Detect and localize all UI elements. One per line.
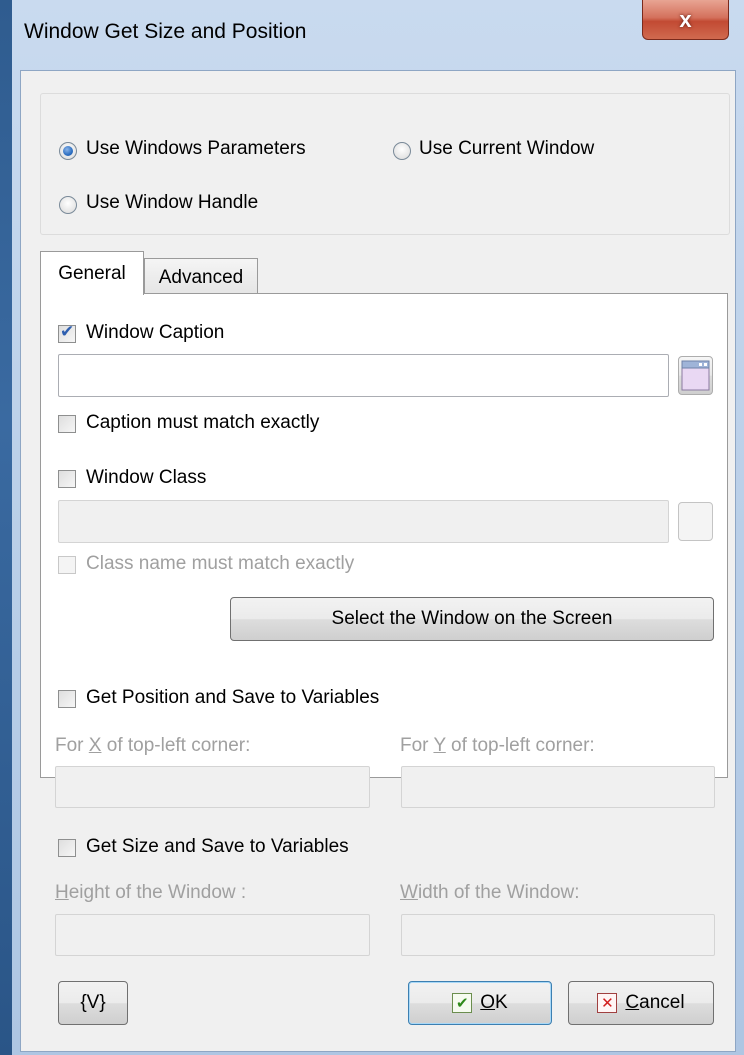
radio-label-use-window-handle[interactable]: Use Window Handle xyxy=(86,192,258,214)
window-class-checkbox[interactable] xyxy=(58,470,76,488)
window-title: Window Get Size and Position xyxy=(24,20,307,43)
class-exact-checkbox xyxy=(58,556,76,574)
x-icon: ✕ xyxy=(597,993,618,1013)
mode-group: Use Windows Parameters Use Current Windo… xyxy=(40,93,730,235)
window-class-field xyxy=(59,501,668,542)
select-window-button-label: Select the Window on the Screen xyxy=(331,608,613,629)
caption-exact-label[interactable]: Caption must match exactly xyxy=(86,412,319,434)
radio-label-use-current-window[interactable]: Use Current Window xyxy=(419,138,594,160)
height-input xyxy=(55,914,370,956)
get-size-checkbox[interactable] xyxy=(58,839,76,857)
window-class-label[interactable]: Window Class xyxy=(86,467,206,489)
y-corner-field xyxy=(402,767,714,807)
close-button[interactable]: x xyxy=(642,0,729,40)
window-caption-checkbox[interactable] xyxy=(58,322,76,343)
height-field xyxy=(56,915,369,955)
class-picker-button xyxy=(678,502,713,541)
get-position-label[interactable]: Get Position and Save to Variables xyxy=(86,687,379,709)
window-caption-field[interactable] xyxy=(59,355,668,396)
radio-label-use-windows-parameters[interactable]: Use Windows Parameters xyxy=(86,138,306,160)
window-caption-label[interactable]: Window Caption xyxy=(86,322,224,344)
window-picker-icon xyxy=(681,360,710,391)
ok-button[interactable]: ✔ OK xyxy=(408,981,552,1025)
variables-button-label: {V} xyxy=(80,992,106,1013)
x-corner-input xyxy=(55,766,370,808)
radio-use-windows-parameters[interactable] xyxy=(59,142,77,160)
tab-general[interactable]: General xyxy=(40,251,144,295)
cancel-button-label: Cancel xyxy=(625,992,685,1013)
tab-advanced-label: Advanced xyxy=(158,266,244,288)
dialog-body: Use Windows Parameters Use Current Windo… xyxy=(20,70,736,1052)
tab-general-label: General xyxy=(58,262,126,284)
check-icon: ✔ xyxy=(452,993,473,1013)
caption-exact-checkbox[interactable] xyxy=(58,415,76,433)
y-corner-label: For Y of top-left corner: xyxy=(400,735,595,756)
cancel-button[interactable]: ✕ Cancel xyxy=(568,981,714,1025)
select-window-button[interactable]: Select the Window on the Screen xyxy=(230,597,714,641)
radio-use-window-handle[interactable] xyxy=(59,196,77,214)
y-corner-input xyxy=(401,766,715,808)
x-corner-label: For X of top-left corner: xyxy=(55,735,251,756)
close-icon: x xyxy=(679,6,692,32)
variables-button[interactable]: {V} xyxy=(58,981,128,1025)
radio-use-current-window[interactable] xyxy=(393,142,411,160)
class-exact-label: Class name must match exactly xyxy=(86,553,355,574)
tab-advanced[interactable]: Advanced xyxy=(144,258,258,296)
ok-button-label: OK xyxy=(480,992,508,1013)
title-bar: Window Get Size and Position xyxy=(12,0,744,70)
x-corner-field xyxy=(56,767,369,807)
dialog-frame: Window Get Size and Position x Use Windo… xyxy=(0,0,744,1055)
window-picker-button[interactable] xyxy=(678,356,713,395)
width-label: Width of the Window: xyxy=(400,882,580,903)
get-size-label[interactable]: Get Size and Save to Variables xyxy=(86,836,349,858)
window-caption-input[interactable] xyxy=(58,354,669,397)
get-position-checkbox[interactable] xyxy=(58,690,76,708)
width-input xyxy=(401,914,715,956)
height-label: Height of the Window : xyxy=(55,882,247,903)
window-class-input xyxy=(58,500,669,543)
width-field xyxy=(402,915,714,955)
